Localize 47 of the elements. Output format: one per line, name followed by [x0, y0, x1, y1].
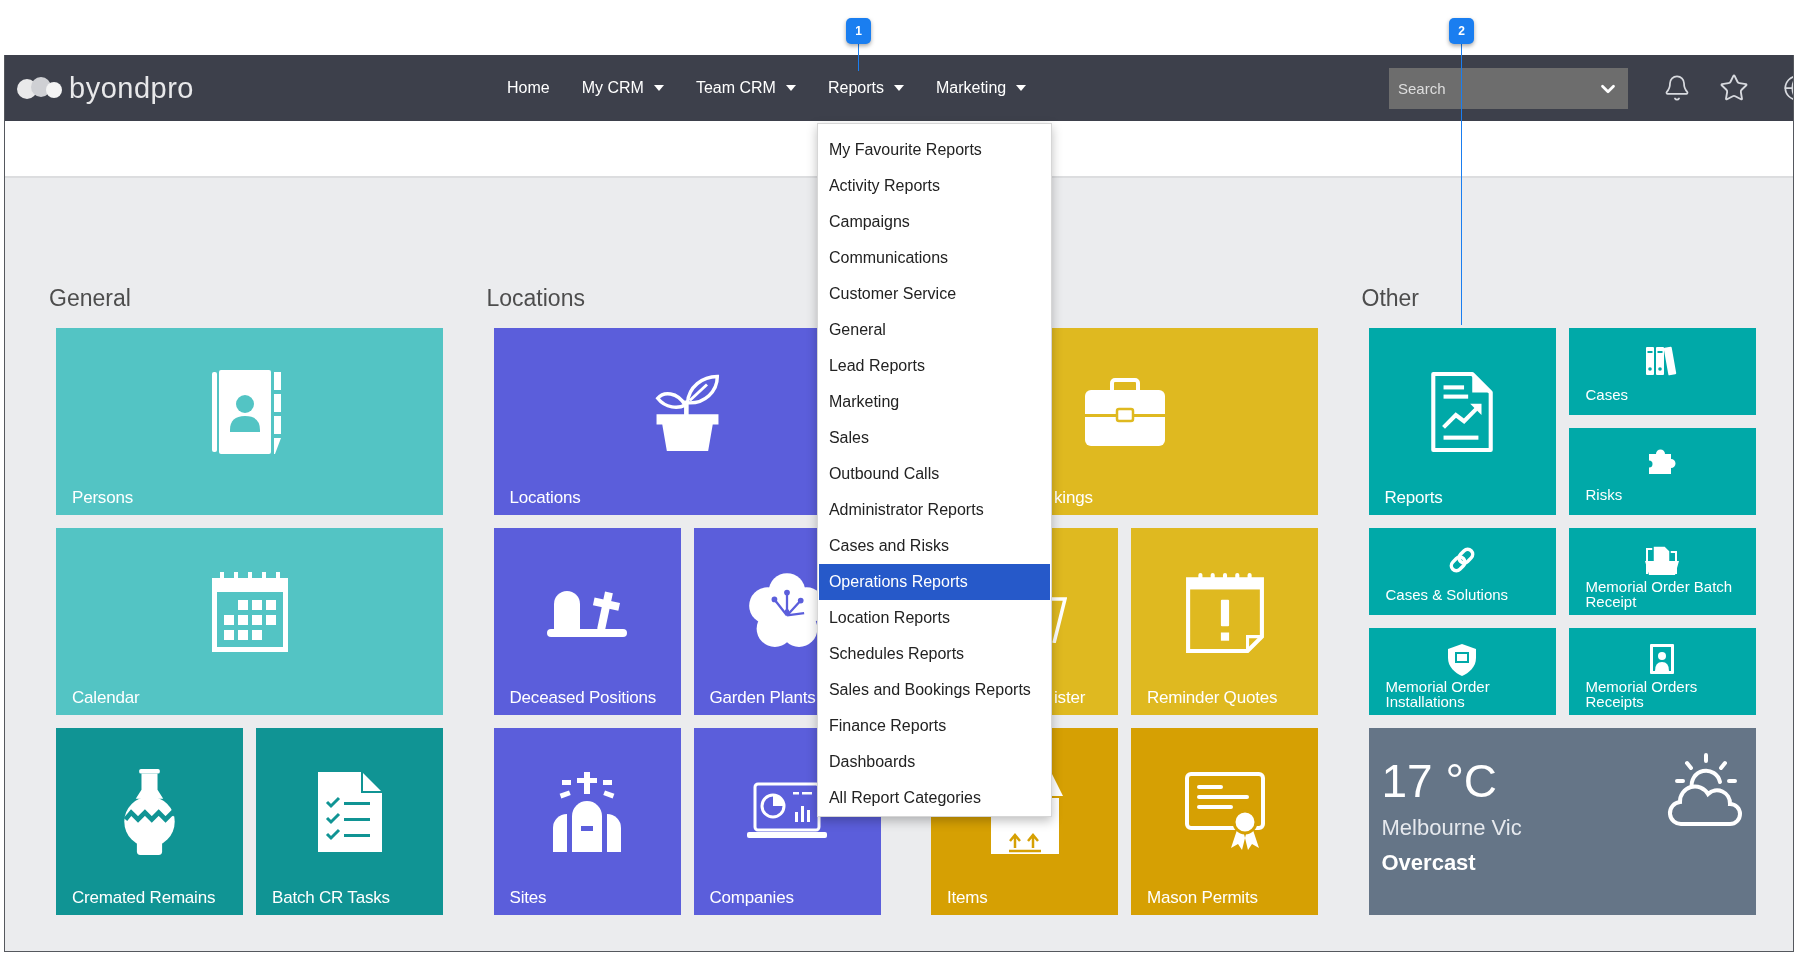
- section-heading: Other: [1361, 284, 1420, 313]
- folder-document-icon: [1645, 544, 1679, 576]
- logo-icon: [17, 76, 63, 100]
- binders-icon: [1645, 344, 1679, 376]
- section-heading: General: [49, 284, 131, 313]
- condition-text: Overcast: [1381, 849, 1476, 877]
- nav-menu-item[interactable]: Team CRM: [695, 76, 796, 100]
- dropdown-menu-item[interactable]: Operations Reports: [818, 564, 1050, 600]
- dropdown-menu-item[interactable]: My Favourite Reports: [818, 132, 1050, 168]
- star-icon[interactable]: [1719, 73, 1749, 103]
- shield-icon: [1448, 644, 1476, 676]
- temperature-text: 17 °C: [1381, 754, 1498, 808]
- nav-menu-item[interactable]: Reports: [827, 76, 904, 100]
- certificate-icon: [1184, 771, 1265, 852]
- nav-menu-item[interactable]: My CRM: [581, 76, 664, 100]
- app-tile[interactable]: Batch CR Tasks: [256, 728, 443, 915]
- section-heading: Locations: [486, 284, 585, 313]
- dropdown-menu-item[interactable]: Communications: [818, 240, 1050, 276]
- calendar-alert-icon: [1185, 570, 1264, 653]
- globe-icon[interactable]: [1783, 74, 1793, 102]
- app-tile[interactable]: Cremated Remains: [56, 728, 243, 915]
- annotation-badge: 1: [846, 18, 871, 44]
- logo-text[interactable]: byondpro: [69, 72, 194, 104]
- app-tile[interactable]: Sites: [493, 728, 681, 915]
- caret-icon: [653, 85, 664, 91]
- callout-line: [858, 44, 859, 71]
- report-chart-icon: [1431, 371, 1493, 452]
- dropdown-menu-item[interactable]: Campaigns: [818, 204, 1050, 240]
- urn-icon: [122, 768, 177, 855]
- nav-menu-item[interactable]: Marketing: [935, 76, 1027, 100]
- chapel-icon: [550, 771, 624, 852]
- annotation-badge: 2: [1449, 18, 1474, 44]
- potted-plant-icon: [653, 372, 721, 451]
- caret-icon: [893, 85, 904, 91]
- calendar-icon: [211, 571, 288, 652]
- briefcase-icon: [1084, 377, 1165, 446]
- search-field[interactable]: Search: [1389, 67, 1628, 109]
- bell-icon[interactable]: [1663, 74, 1691, 102]
- app-tile[interactable]: Deceased Positions: [493, 528, 681, 715]
- dropdown-menu-item[interactable]: Customer Service: [818, 276, 1050, 312]
- portrait-frame-icon: [1650, 644, 1674, 674]
- dropdown-menu-item[interactable]: Activity Reports: [818, 168, 1050, 204]
- checklist-icon: [317, 771, 382, 852]
- caret-icon: [1016, 85, 1027, 91]
- caret-icon: [785, 85, 796, 91]
- nav-menu-item[interactable]: Home: [507, 76, 550, 100]
- location-text: Melbourne Vic: [1381, 814, 1522, 842]
